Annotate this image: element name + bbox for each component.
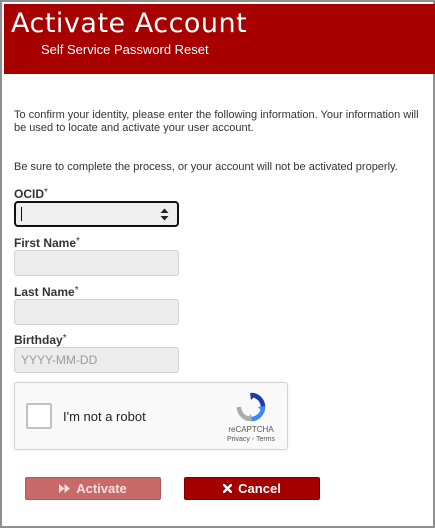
fast-forward-icon <box>59 484 71 493</box>
last-name-label-text: Last Name <box>14 285 75 299</box>
text-cursor <box>21 207 22 221</box>
first-name-label-text: First Name <box>14 236 77 250</box>
activation-window: Activate Account Self Service Password R… <box>0 0 435 528</box>
recaptcha-privacy-terms-links[interactable]: Privacy - Terms <box>221 436 281 443</box>
required-mark: * <box>62 333 67 344</box>
close-icon <box>223 484 233 493</box>
birthday-label-text: Birthday <box>14 333 63 347</box>
page-subtitle: Self Service Password Reset <box>41 42 209 57</box>
birthday-input[interactable]: YYYY-MM-DD <box>14 347 179 373</box>
recaptcha-logo-icon <box>236 392 266 422</box>
required-mark: * <box>76 236 80 247</box>
recaptcha-checkbox[interactable] <box>26 403 52 429</box>
cancel-button-label: Cancel <box>238 481 281 496</box>
activate-button[interactable]: Activate <box>25 477 161 500</box>
page-title: Activate Account <box>11 8 248 39</box>
required-mark: * <box>74 285 79 296</box>
recaptcha-label: I'm not a robot <box>63 409 146 424</box>
warning-text: Be sure to complete the process, or your… <box>14 161 398 173</box>
birthday-label: Birthday* <box>14 333 67 347</box>
recaptcha-widget: I'm not a robot reCAPTCHA Privacy - Term… <box>14 382 288 450</box>
last-name-label: Last Name* <box>14 285 79 299</box>
ocid-label-text: OCID <box>14 187 44 201</box>
first-name-input[interactable] <box>14 250 179 276</box>
header-banner: Activate Account Self Service Password R… <box>4 4 435 74</box>
first-name-label: First Name* <box>14 236 80 250</box>
ocid-select[interactable] <box>14 201 179 227</box>
activate-button-label: Activate <box>76 481 127 496</box>
recaptcha-brand: reCAPTCHA <box>228 425 274 434</box>
intro-text: To confirm your identity, please enter t… <box>14 109 419 134</box>
cancel-button[interactable]: Cancel <box>184 477 320 500</box>
birthday-placeholder: YYYY-MM-DD <box>21 353 98 367</box>
required-mark: * <box>44 187 48 198</box>
select-updown-icon <box>160 208 169 221</box>
ocid-label: OCID* <box>14 187 48 201</box>
last-name-input[interactable] <box>14 299 179 325</box>
